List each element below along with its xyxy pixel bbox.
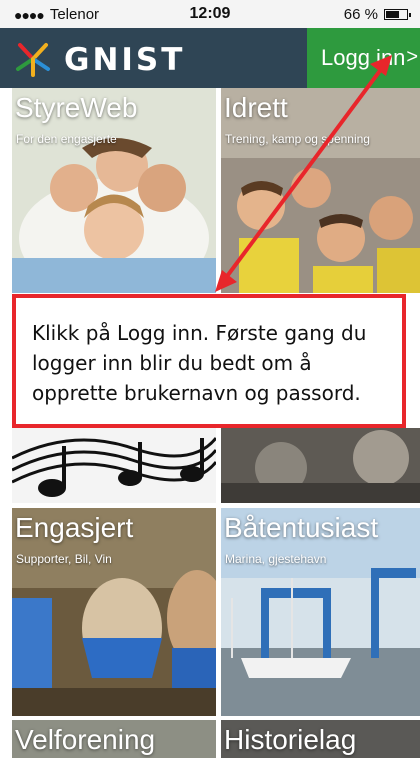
pointer-arrow-icon: [215, 55, 392, 292]
